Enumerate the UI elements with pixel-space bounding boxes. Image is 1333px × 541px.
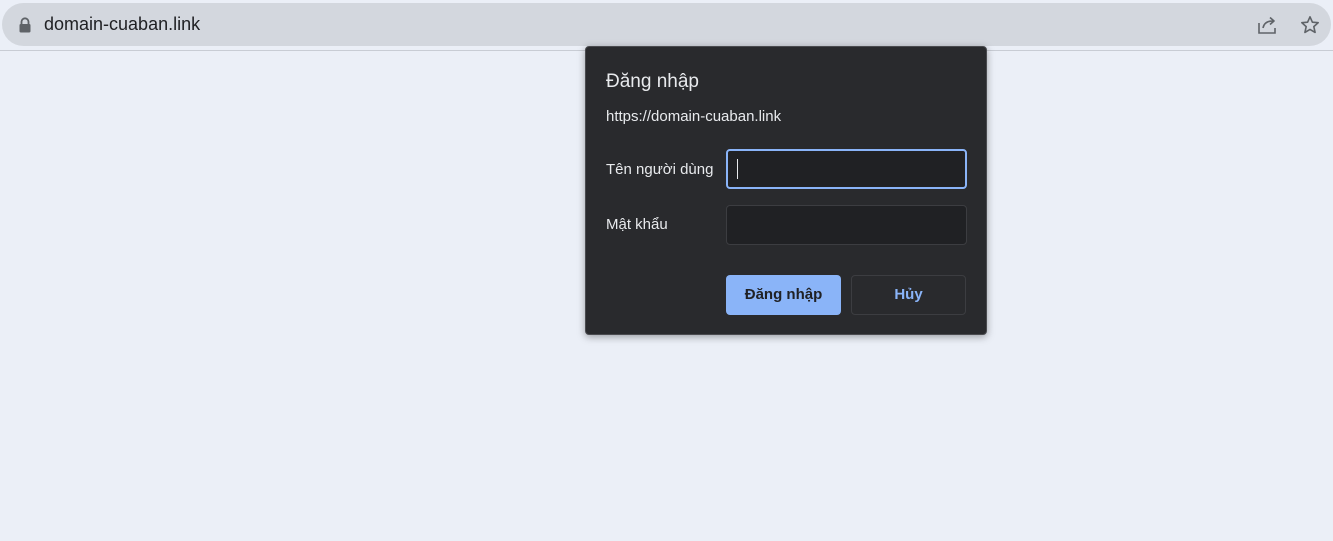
password-input[interactable] [726,205,967,245]
browser-toolbar: domain-cuaban.link [0,0,1333,51]
sign-in-button[interactable]: Đăng nhập [726,275,841,315]
text-caret [737,159,738,179]
dialog-origin-url: https://domain-cuaban.link [606,108,782,125]
password-label: Mật khẩu [606,216,668,233]
username-label: Tên người dùng [606,161,714,178]
bookmark-star-icon[interactable] [1300,15,1320,35]
url-text[interactable]: domain-cuaban.link [44,14,200,35]
login-dialog: Đăng nhập https://domain-cuaban.link Tên… [585,46,987,335]
username-input[interactable] [726,149,967,189]
share-icon[interactable] [1257,15,1279,35]
address-bar[interactable]: domain-cuaban.link [2,3,1331,46]
dialog-title: Đăng nhập [606,71,699,92]
lock-icon[interactable] [18,17,32,33]
cancel-button[interactable]: Hủy [851,275,966,315]
